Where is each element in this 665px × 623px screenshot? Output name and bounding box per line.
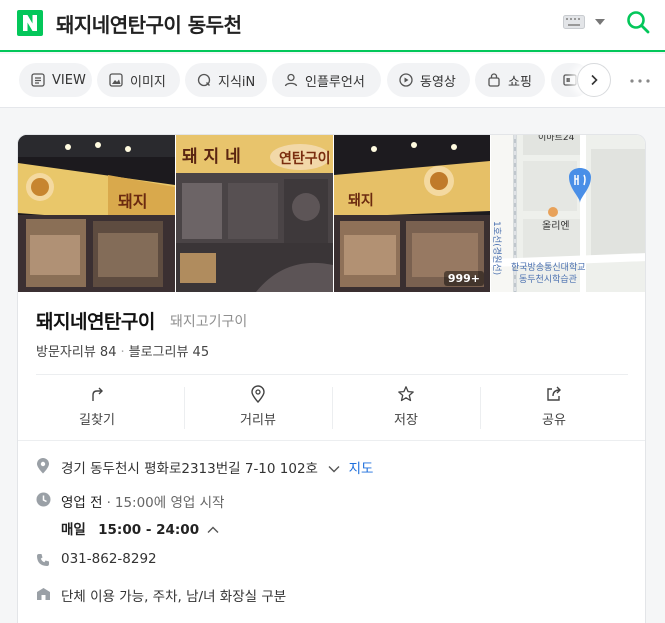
map-link[interactable]: 지도: [349, 461, 374, 477]
news-icon: [563, 74, 577, 86]
clock-icon: [36, 492, 51, 507]
amenities-icon: [37, 588, 50, 600]
tab-influencer[interactable]: 인플루언서: [272, 63, 381, 97]
save-button[interactable]: 저장: [332, 375, 480, 441]
place-photo-1[interactable]: 돼지: [18, 135, 175, 292]
tab-label: VIEW: [52, 72, 86, 88]
streetview-icon: [251, 385, 265, 403]
map-label-univ-1: 한국방송통신대학교: [511, 262, 586, 273]
keyboard-icon[interactable]: [563, 15, 585, 29]
more-icon[interactable]: [629, 78, 651, 84]
tab-view[interactable]: VIEW: [19, 63, 92, 97]
divider: [18, 440, 645, 441]
storefront-photo: 돼지: [18, 135, 175, 292]
map-label-univ-2: 동두천시학습관: [519, 274, 577, 285]
address-row: 경기 동두천시 평화로2313번길 7-10 102호 지도: [61, 457, 373, 477]
map-label-place: 올리엔: [542, 220, 570, 232]
bag-icon: [488, 73, 500, 87]
action-label: 길찾기: [79, 413, 115, 428]
share-icon: [547, 386, 561, 401]
caret-down-icon[interactable]: [594, 18, 606, 26]
svg-text:돼지: 돼지: [118, 192, 147, 211]
tab-label: 동영상: [420, 74, 456, 90]
tab-shopping[interactable]: 쇼핑: [475, 63, 545, 97]
place-category: 돼지고기구이: [170, 314, 248, 330]
review-counts: 방문자리뷰 84 · 블로그리뷰 45: [36, 341, 209, 360]
action-label: 저장: [394, 413, 418, 428]
search-icon[interactable]: [626, 10, 650, 34]
star-icon: [398, 386, 414, 402]
chevron-right-icon: [591, 74, 598, 86]
hours-day: 매일: [61, 522, 86, 538]
photo-count-badge: 999+: [443, 271, 484, 286]
business-status-row: 영업 전 · 15:00에 영업 시작: [61, 491, 224, 511]
tabs-next-button[interactable]: [577, 63, 611, 97]
location-pin-icon: [37, 458, 49, 474]
hours-row[interactable]: 매일 15:00 - 24:00: [61, 518, 219, 538]
tab-label: 이미지: [130, 74, 166, 90]
svg-text:돼 지 네: 돼 지 네: [182, 147, 241, 167]
blog-reviews-link[interactable]: 블로그리뷰 45: [129, 345, 209, 360]
naver-logo[interactable]: [17, 10, 43, 36]
status-text: 영업 전: [61, 495, 103, 511]
tab-video[interactable]: 동영상: [387, 63, 470, 97]
address-text[interactable]: 경기 동두천시 평화로2313번길 7-10 102호: [61, 461, 318, 477]
place-photo-3[interactable]: 돼지 999+: [334, 135, 490, 292]
phone-number[interactable]: 031-862-8292: [61, 551, 157, 567]
storefront-photo: 돼지: [334, 135, 490, 292]
action-label: 공유: [542, 413, 566, 428]
hours-time: 15:00 - 24:00: [98, 522, 200, 538]
visitor-reviews-link[interactable]: 방문자리뷰 84: [36, 345, 116, 360]
map-thumbnail[interactable]: 이마트24 1호선(경원선) 올리엔 한국방송통신대학교 동두천시학습관: [491, 135, 645, 292]
search-tabs: VIEW 이미지 지식iN 인플루언서 동영상 쇼핑: [0, 54, 665, 108]
action-label: 거리뷰: [240, 413, 276, 428]
streetview-button[interactable]: 거리뷰: [184, 375, 332, 441]
status-detail: 15:00에 영업 시작: [114, 495, 225, 511]
share-button[interactable]: 공유: [480, 375, 628, 441]
amenities-text: 단체 이용 가능, 주차, 남/녀 화장실 구분: [61, 589, 287, 605]
svg-text:돼지: 돼지: [348, 193, 374, 209]
chevron-down-icon[interactable]: [328, 465, 340, 473]
place-photo-2[interactable]: 돼 지 네 연탄구이: [176, 135, 333, 292]
storefront-photo: 돼 지 네 연탄구이: [176, 135, 333, 292]
chevron-up-icon[interactable]: [207, 526, 219, 534]
place-card: 돼지 돼 지 네 연탄구이 돼지 999+ 이마트24 1호선(경원선) 올리엔…: [17, 134, 646, 623]
dot-separator: ·: [120, 345, 125, 360]
search-query[interactable]: 돼지네연탄구이 동두천: [56, 9, 242, 38]
action-bar: 길찾기 거리뷰 저장 공유: [18, 375, 645, 441]
place-name[interactable]: 돼지네연탄구이: [36, 307, 155, 334]
tab-label: 쇼핑: [508, 74, 532, 90]
directions-button[interactable]: 길찾기: [23, 375, 171, 441]
view-icon: [31, 73, 45, 87]
directions-icon: [92, 387, 103, 401]
phone-icon: [37, 554, 49, 566]
tab-image[interactable]: 이미지: [97, 63, 180, 97]
svg-text:연탄구이: 연탄구이: [279, 150, 331, 167]
map-image: 이마트24 1호선(경원선) 올리엔 한국방송통신대학교 동두천시학습관: [491, 135, 645, 292]
map-label-station: 1호선(경원선): [491, 221, 503, 275]
play-icon: [399, 73, 413, 87]
tab-label: 지식iN: [218, 74, 256, 90]
map-label-top: 이마트24: [538, 135, 575, 143]
tab-label: 인플루언서: [305, 74, 365, 90]
dot-separator: ·: [106, 495, 111, 511]
tab-qna[interactable]: 지식iN: [185, 63, 267, 97]
image-icon: [109, 73, 123, 87]
qna-icon: [197, 73, 211, 87]
search-header: 돼지네연탄구이 동두천: [0, 0, 665, 52]
person-icon: [284, 73, 298, 87]
